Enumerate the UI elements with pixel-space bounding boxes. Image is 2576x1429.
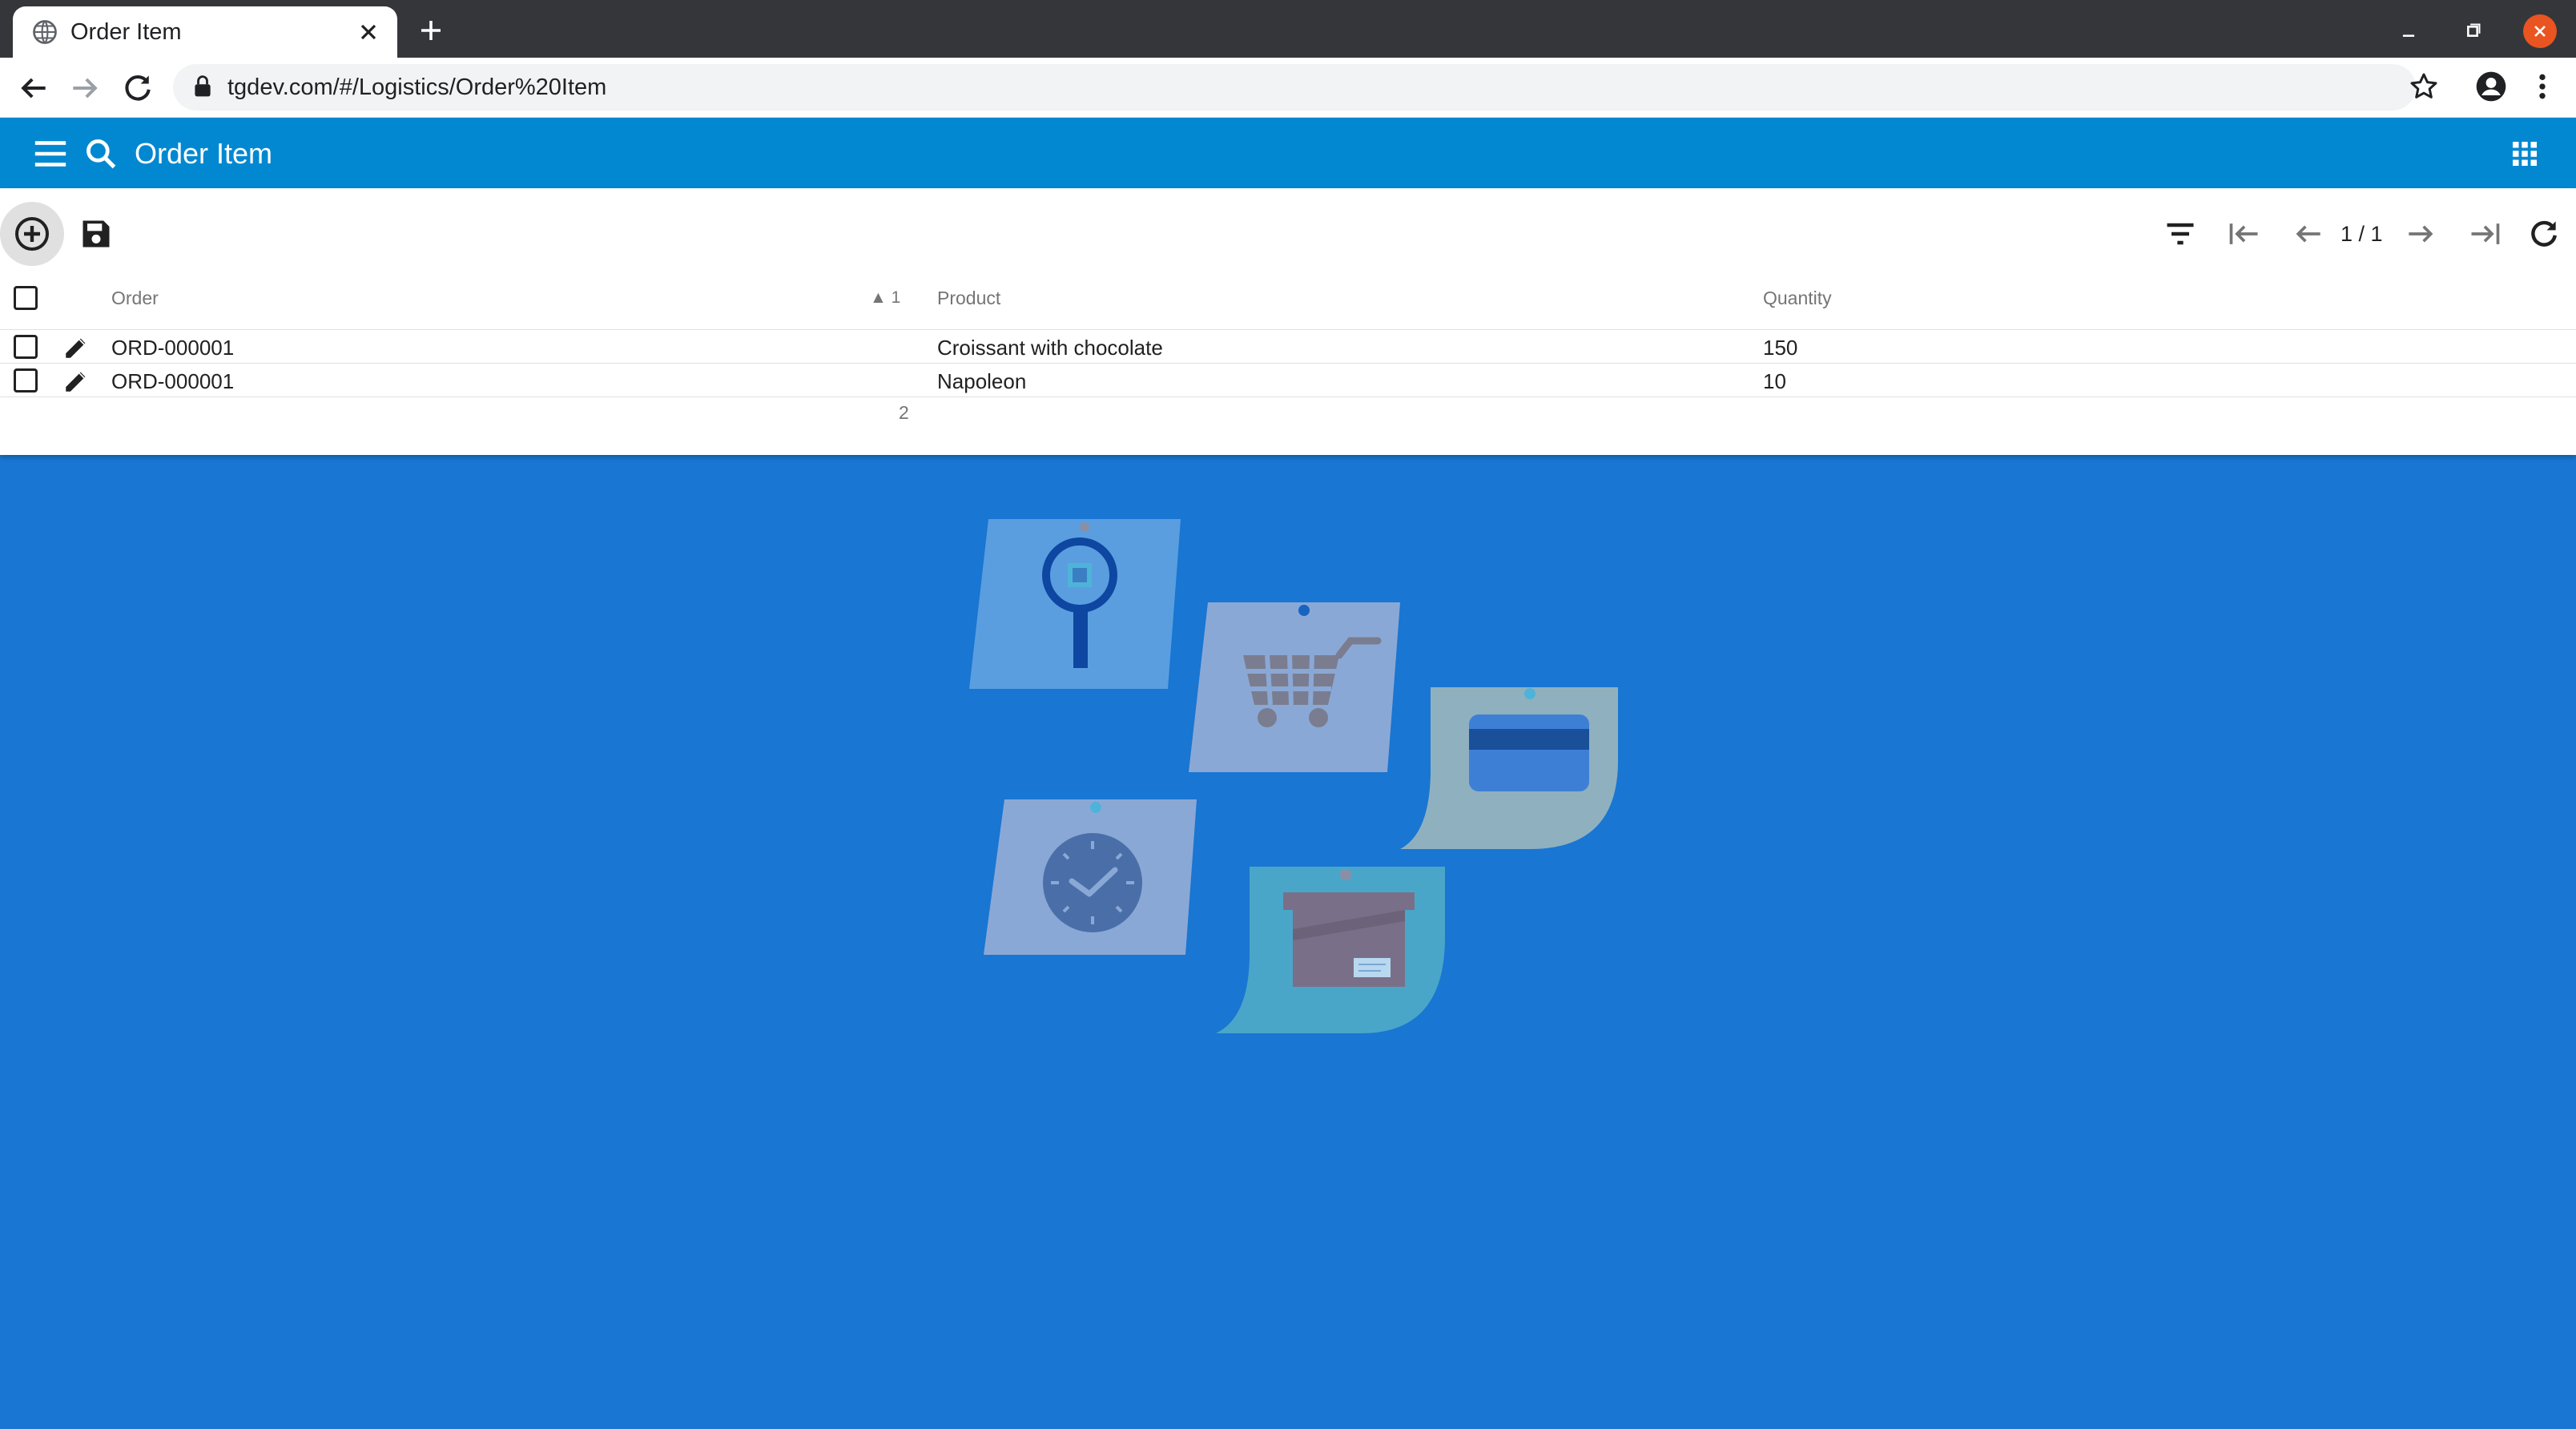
next-page-icon[interactable] [2403,216,2438,252]
row-divider [0,363,2576,364]
last-page-icon[interactable] [2467,216,2502,252]
refresh-icon[interactable] [2526,216,2562,252]
column-header-quantity[interactable]: Quantity [1763,286,1832,310]
cell-order: ORD-000001 [111,336,235,360]
row-divider [0,396,2576,397]
edit-icon[interactable] [62,334,90,361]
column-header-product[interactable]: Product [937,286,1000,310]
cart-note-icon [1189,602,1400,772]
lock-icon [195,75,211,97]
close-icon [2534,26,2546,37]
cell-order: ORD-000001 [111,369,235,393]
row-checkbox[interactable] [14,335,38,359]
select-all-checkbox[interactable] [14,286,38,310]
sort-order: 1 [891,288,901,307]
forward-icon[interactable] [67,70,103,106]
save-icon[interactable] [78,216,114,252]
browser-tab[interactable]: Order Item [13,6,397,58]
cell-product: Croissant with chocolate [937,336,1163,360]
first-page-icon[interactable] [2227,216,2262,252]
globe-icon [33,20,57,44]
star-icon[interactable] [2408,70,2440,103]
menu-icon[interactable] [32,138,69,170]
sort-ascending-icon: ▲ [870,288,887,307]
row-checkbox[interactable] [14,368,38,392]
row-count: 2 [899,402,909,423]
logistics-illustration [969,519,1618,1033]
edit-icon[interactable] [62,368,90,395]
row-divider [0,329,2576,330]
close-icon[interactable] [356,19,381,45]
apps-icon[interactable] [2510,139,2539,168]
filter-icon[interactable] [2163,216,2198,252]
clock-note-icon [984,799,1197,955]
url-text: tgdev.com/#/Logistics/Order%20Item [227,74,607,100]
app-header [0,118,2576,188]
prev-page-icon[interactable] [2291,216,2326,252]
more-vert-icon[interactable] [2531,70,2554,103]
cell-quantity: 10 [1763,369,1786,393]
add-circle-icon [15,217,49,251]
reload-icon[interactable] [120,70,155,106]
search-icon[interactable] [83,136,119,171]
tab-title: Order Item [70,19,182,45]
search-note-icon [969,519,1181,689]
page-title: Order Item [135,137,273,170]
plus-icon[interactable] [417,16,445,45]
cell-product: Napoleon [937,369,1027,393]
pagination-text: 1 / 1 [2341,222,2383,246]
column-header-order[interactable]: Order [111,286,159,310]
profile-icon[interactable] [2473,69,2509,104]
package-note-icon [1216,867,1445,1033]
back-icon[interactable] [16,70,51,106]
minimize-icon[interactable] [2395,18,2422,45]
window-close-button[interactable] [2523,14,2557,48]
cell-quantity: 150 [1763,336,1798,360]
credit-card-note-icon [1400,687,1618,849]
sort-indicator[interactable]: ▲ 1 [870,286,900,310]
restore-icon[interactable] [2459,18,2486,45]
